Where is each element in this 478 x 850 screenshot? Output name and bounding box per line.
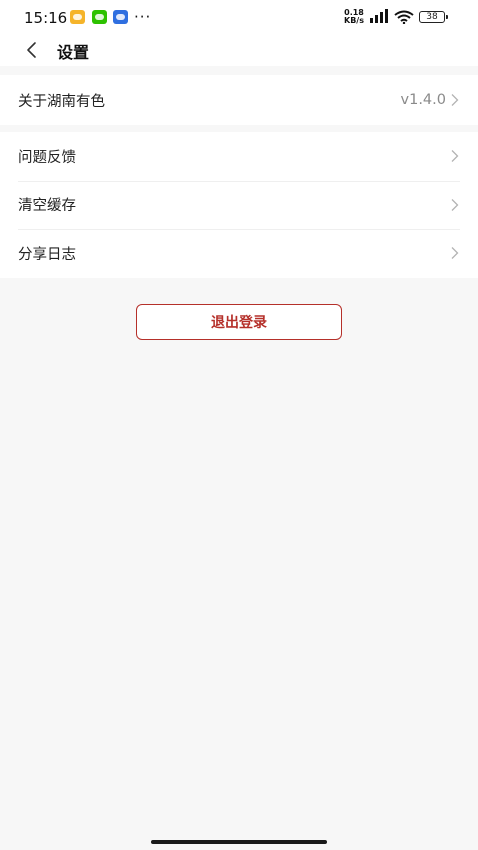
app-icon: [113, 10, 128, 24]
about-group: 关于湖南有色 v1.4.0: [0, 75, 478, 125]
status-bar: 15:16 ··· 0.18 KB/s 38: [0, 0, 478, 34]
status-time: 15:16: [24, 9, 68, 27]
share-log-label: 分享日志: [18, 246, 76, 263]
battery-icon: 38: [419, 11, 448, 23]
signal-icon: [370, 9, 388, 23]
page-title: 设置: [57, 43, 90, 62]
settings-screen: 15:16 ··· 0.18 KB/s 38 设置 关于湖南有色 v1.4.0 …: [0, 0, 478, 850]
clear-cache-label: 清空缓存: [18, 198, 76, 215]
nav-bar: 设置: [0, 34, 478, 66]
version-value: v1.4.0: [400, 92, 446, 108]
wifi-icon: [394, 10, 414, 24]
notes-app-icon: [70, 10, 85, 24]
clear-cache-row[interactable]: 清空缓存: [0, 180, 478, 230]
logout-button[interactable]: 退出登录: [136, 304, 342, 340]
back-icon[interactable]: [22, 39, 42, 61]
about-row[interactable]: 关于湖南有色 v1.4.0: [0, 75, 478, 125]
wechat-icon: [92, 10, 107, 24]
share-log-row[interactable]: 分享日志: [0, 229, 478, 278]
home-indicator[interactable]: [151, 840, 327, 844]
feedback-row[interactable]: 问题反馈: [0, 132, 478, 181]
network-speed-unit: KB/s: [344, 16, 364, 25]
network-speed: 0.18 KB/s: [342, 9, 366, 25]
about-label: 关于湖南有色: [18, 93, 105, 110]
chevron-right-icon: [451, 198, 459, 211]
chevron-right-icon: [451, 94, 459, 106]
feedback-label: 问题反馈: [18, 149, 76, 166]
settings-group: 问题反馈 清空缓存 分享日志: [0, 132, 478, 278]
chevron-right-icon: [451, 150, 459, 163]
more-notifications-icon: ···: [134, 8, 152, 26]
chevron-right-icon: [451, 247, 459, 260]
